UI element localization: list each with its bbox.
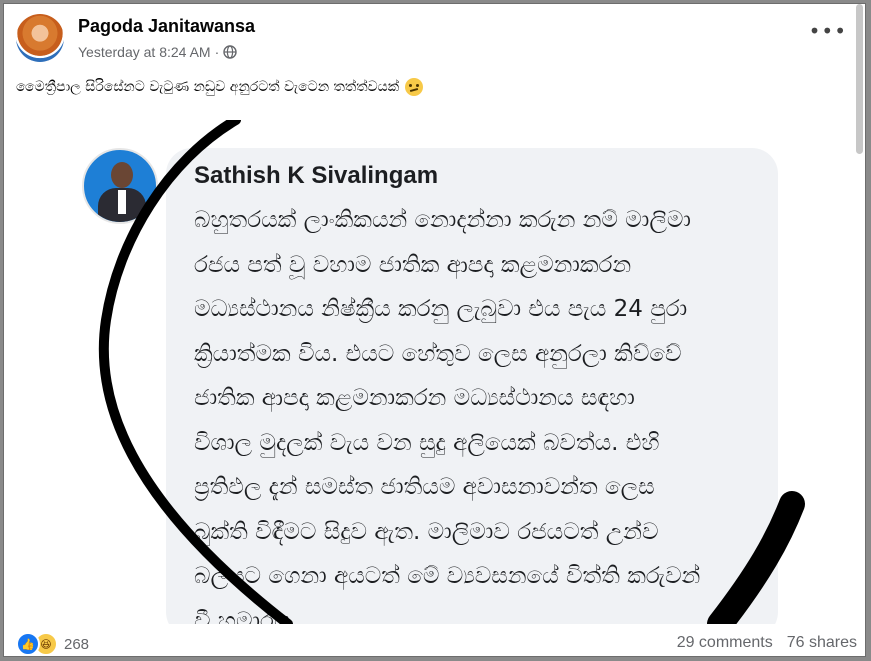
comment-line: ජාතික ආපදා කළමනාකරන මධ්‍යස්ථානය සඳහා [194, 385, 635, 411]
shares-count[interactable]: 76 shares [787, 634, 857, 652]
author-avatar[interactable] [16, 14, 64, 62]
comment-line: ක්‍රියාත්මක විය. එයට හේතුව ලෙස අනුරලා කි… [194, 340, 682, 367]
comment-line: ප්‍රතිඵල දැන් සමස්ත ජාතියම අවාසනාවන්ත ලෙ… [194, 474, 655, 500]
like-icon: 👍 [16, 632, 40, 656]
comment-line: මධ්‍යස්ථානය නිෂ්ක්‍රීය කරනු ලැබුවා එය පැ… [194, 296, 688, 322]
meta-separator: · [214, 44, 220, 60]
post-meta: Yesterday at 8:24 AM · [78, 44, 237, 60]
comment-line: විශාල මුදලක් වැය වන සුදු අලියෙක් බවත්ය. … [194, 429, 660, 456]
post-timestamp[interactable]: Yesterday at 8:24 AM [78, 44, 211, 60]
author-name[interactable]: Pagoda Janitawansa [78, 16, 255, 37]
post-image[interactable]: Sathish K Sivalingam බහුතරයක් ලාංකිකයන් … [58, 120, 818, 624]
scrollbar[interactable] [856, 4, 863, 154]
more-options-icon[interactable]: ••• [809, 21, 847, 41]
comment-text: බහුතරයක් ලාංකිකයන් නොදන්නා කරුන නම් මාලි… [194, 198, 774, 624]
commenter-name: Sathish K Sivalingam [194, 162, 439, 189]
post-header: Pagoda Janitawansa Yesterday at 8:24 AM … [4, 4, 865, 64]
facebook-post: Pagoda Janitawansa Yesterday at 8:24 AM … [3, 3, 866, 657]
comments-count[interactable]: 29 comments [677, 634, 773, 652]
comment-line: බුක්ති විඳීමට සිදුව ඇත. මාලිමාව රජයටත් උ… [194, 518, 659, 545]
comment-line: රජය පත් වූ වහාම ජාතික ආපදා කළමනාකරන [194, 251, 632, 278]
reaction-count[interactable]: 268 [64, 636, 89, 653]
commenter-shirt [118, 190, 126, 214]
reactions[interactable]: 👍 😆 268 [16, 632, 89, 656]
comment-line: වී හමාරය [194, 607, 291, 625]
thinking-face-icon [405, 78, 424, 96]
post-stats: 29 comments 76 shares [677, 634, 857, 652]
comment-line: බහුතරයක් ලාංකිකයන් නොදන්නා කරුන නම් මාලි… [194, 207, 691, 233]
commenter-head [111, 162, 133, 188]
caption-text: මෛත්‍රීපාල සිරිසේනට වැටුණ නඩුව අනුරටත් ව… [16, 79, 400, 95]
post-caption: මෛත්‍රීපාල සිරිසේනට වැටුණ නඩුව අනුරටත් ව… [16, 78, 424, 96]
post-footer: 👍 😆 268 29 comments 76 shares [4, 624, 865, 656]
comment-line: බලයට ගෙනා අයටත් මේ ව්‍යවසනයේ විත්ති කරුව… [194, 563, 701, 589]
commenter-avatar [82, 148, 158, 224]
globe-icon[interactable] [223, 45, 237, 59]
